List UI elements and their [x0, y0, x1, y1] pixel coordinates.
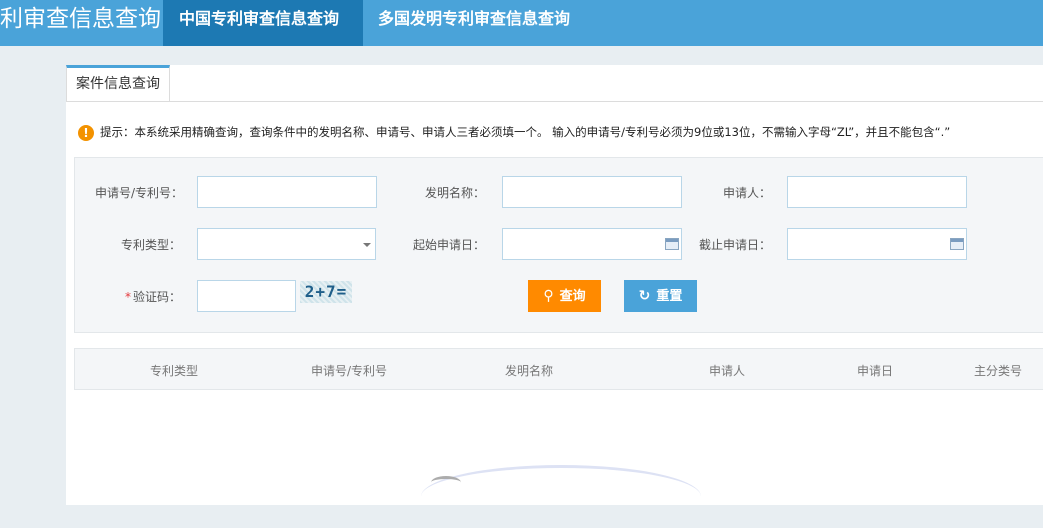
- reset-button[interactable]: ↻ 重置: [624, 280, 697, 312]
- search-form: 申请号/专利号： 发明名称： 申请人： 专利类型： 起始申请日： 截止申请日： …: [74, 157, 1043, 333]
- invention-name-input[interactable]: [502, 176, 682, 208]
- captcha-label: * 验证码：: [95, 290, 181, 304]
- captcha-input[interactable]: [197, 280, 296, 312]
- site-title: 利审查信息查询: [0, 6, 161, 32]
- column-header-application-date: 申请日: [857, 364, 894, 378]
- reset-button-label: 重置: [656, 289, 683, 304]
- sub-tab-bar: 案件信息查询: [66, 65, 1043, 102]
- applicant-input[interactable]: [787, 176, 967, 208]
- column-header-main-classification: 主分类号: [974, 364, 1023, 378]
- caret-down-icon: [363, 243, 371, 247]
- applicant-label: 申请人：: [722, 186, 771, 200]
- tab-china-patent-query[interactable]: 中国专利审查信息查询: [163, 0, 363, 46]
- start-date-label: 起始申请日：: [412, 238, 485, 252]
- exclamation-circle-icon: !: [78, 124, 94, 141]
- invention-name-label: 发明名称：: [424, 186, 485, 200]
- tab-multinational-patent-query[interactable]: 多国发明专利审查信息查询: [362, 0, 634, 46]
- end-date-input[interactable]: [787, 228, 967, 260]
- calendar-icon[interactable]: [665, 238, 679, 250]
- main-card: 案件信息查询 ! 提示：本系统采用精确查询，查询条件中的发明名称、申请号、申请人三…: [66, 65, 1043, 505]
- search-button-label: 查询: [559, 289, 586, 304]
- application-no-label: 申请号/专利号：: [95, 186, 184, 200]
- column-header-invention-name: 发明名称: [505, 364, 554, 378]
- tip-text: 提示：本系统采用精确查询，查询条件中的发明名称、申请号、申请人三者必须填一个。 …: [100, 125, 951, 139]
- column-header-patent-type: 专利类型: [150, 364, 199, 378]
- background-watermark: [421, 465, 701, 528]
- captcha-image[interactable]: 2+7=: [300, 281, 352, 303]
- start-date-input[interactable]: [502, 228, 682, 260]
- end-date-label: 截止申请日：: [698, 238, 771, 252]
- required-mark: *: [124, 290, 131, 304]
- patent-type-select[interactable]: [197, 228, 376, 260]
- patent-type-label: 专利类型：: [120, 238, 181, 252]
- tip-message: ! 提示：本系统采用精确查询，查询条件中的发明名称、申请号、申请人三者必须填一个。…: [78, 123, 1038, 141]
- calendar-icon[interactable]: [950, 238, 964, 250]
- refresh-icon: ↻: [638, 288, 651, 304]
- captcha-label-text: 验证码：: [132, 290, 181, 304]
- column-header-application-no: 申请号/专利号: [311, 364, 388, 378]
- top-header: 利审查信息查询 中国专利审查信息查询 多国发明专利审查信息查询: [0, 0, 1043, 46]
- tab-case-info-query[interactable]: 案件信息查询: [66, 65, 170, 101]
- column-header-applicant: 申请人: [709, 364, 746, 378]
- results-table-header: 专利类型 申请号/专利号 发明名称 申请人 申请日 主分类号: [74, 348, 1043, 390]
- application-no-input[interactable]: [197, 176, 377, 208]
- search-button[interactable]: ⚲ 查询: [528, 280, 601, 312]
- magnifier-icon: ⚲: [543, 288, 554, 304]
